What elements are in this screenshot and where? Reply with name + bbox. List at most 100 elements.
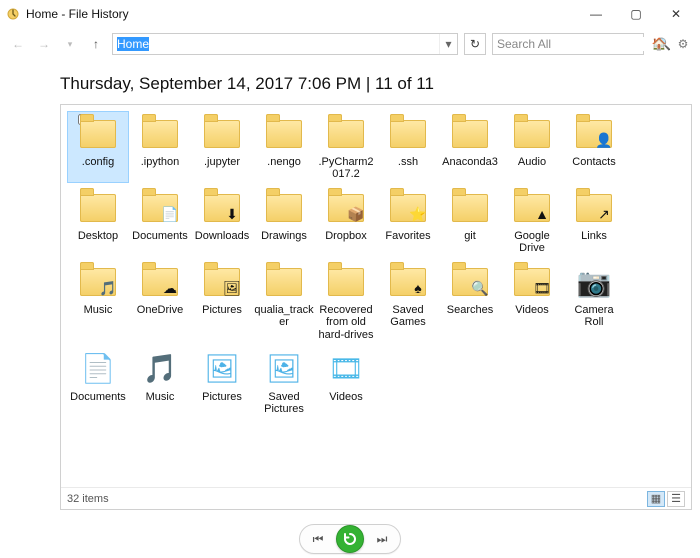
grid-item[interactable]: 📷Camera Roll bbox=[563, 259, 625, 343]
grid-item[interactable]: ▲ Google Drive bbox=[501, 185, 563, 257]
forward-button[interactable]: → bbox=[34, 34, 54, 54]
item-label: OneDrive bbox=[137, 304, 183, 316]
status-bar: 32 items ▦ ☰ bbox=[61, 487, 691, 509]
back-button[interactable]: ← bbox=[8, 34, 28, 54]
gdrive-overlay-icon: ▲ bbox=[532, 204, 552, 224]
folder-icon bbox=[384, 114, 432, 154]
item-label: Pictures bbox=[202, 304, 242, 316]
folder-icon: ☁ bbox=[136, 262, 184, 302]
library-icon: 📷 bbox=[570, 262, 618, 302]
item-label: .ssh bbox=[398, 156, 418, 168]
view-large-icons[interactable]: ▦ bbox=[647, 491, 665, 507]
folder-icon: 🎵 bbox=[74, 262, 122, 302]
item-label: Anaconda3 bbox=[442, 156, 498, 168]
grid-item[interactable]: 🎞Videos bbox=[501, 259, 563, 343]
search-input[interactable] bbox=[497, 37, 652, 51]
item-label: Saved Pictures bbox=[256, 391, 312, 415]
address-dropdown[interactable]: ▾ bbox=[439, 34, 457, 54]
minimize-button[interactable]: — bbox=[576, 0, 616, 28]
grid-item[interactable]: .nengo bbox=[253, 111, 315, 183]
recent-dropdown[interactable]: ▾ bbox=[60, 34, 80, 54]
snapshot-heading: Thursday, September 14, 2017 7:06 PM | 1… bbox=[60, 68, 692, 104]
grid-item[interactable]: 📄Documents bbox=[67, 346, 129, 418]
up-button[interactable]: ↑ bbox=[86, 34, 106, 54]
grid-item[interactable]: Audio bbox=[501, 111, 563, 183]
library-icon: 🎞 bbox=[322, 349, 370, 389]
item-label: qualia_tracker bbox=[254, 304, 314, 328]
grid-item[interactable]: .ssh bbox=[377, 111, 439, 183]
grid-item[interactable]: ⭐ Favorites bbox=[377, 185, 439, 257]
history-controls: ⏮ ⏭ bbox=[0, 520, 700, 558]
dropbox-overlay-icon: 📦 bbox=[346, 204, 366, 224]
item-label: .jupyter bbox=[204, 156, 240, 168]
maximize-button[interactable]: ▢ bbox=[616, 0, 656, 28]
download-overlay-icon: ⬇ bbox=[222, 204, 242, 224]
grid-item[interactable]: qualia_tracker bbox=[253, 259, 315, 343]
folder-icon bbox=[198, 114, 246, 154]
folder-icon: ⭐ bbox=[384, 188, 432, 228]
item-label: Dropbox bbox=[325, 230, 367, 242]
item-label: Documents bbox=[132, 230, 188, 242]
item-label: Pictures bbox=[202, 391, 242, 403]
grid-item[interactable]: 🖼 Pictures bbox=[191, 346, 253, 418]
grid-item[interactable]: 🎞Videos bbox=[315, 346, 377, 418]
grid-item[interactable]: 🎵Music bbox=[129, 346, 191, 418]
title-bar: Home - File History — ▢ ✕ bbox=[0, 0, 700, 28]
grid-item[interactable]: ↗Links bbox=[563, 185, 625, 257]
grid-item[interactable]: 👤Contacts bbox=[563, 111, 625, 183]
grid-item[interactable]: Desktop bbox=[67, 185, 129, 257]
library-icon: 🖼 bbox=[260, 349, 308, 389]
folder-icon: 📦 bbox=[322, 188, 370, 228]
folder-icon: ↗ bbox=[570, 188, 618, 228]
grid-item[interactable]: .jupyter bbox=[191, 111, 253, 183]
view-details[interactable]: ☰ bbox=[667, 491, 685, 507]
star-overlay-icon: ⭐ bbox=[408, 204, 428, 224]
contacts-overlay-icon: 👤 bbox=[594, 130, 614, 150]
music-overlay-icon: 🎵 bbox=[98, 278, 118, 298]
folder-icon: 📄 bbox=[136, 188, 184, 228]
grid-item[interactable]: git bbox=[439, 185, 501, 257]
grid-item[interactable]: 🖼Pictures bbox=[191, 259, 253, 343]
grid-item[interactable]: 📄 Documents bbox=[129, 185, 191, 257]
item-label: Downloads bbox=[195, 230, 249, 242]
link-overlay-icon: ↗ bbox=[594, 204, 614, 224]
close-button[interactable]: ✕ bbox=[656, 0, 696, 28]
grid-item[interactable]: Recovered from old hard-drives bbox=[315, 259, 377, 343]
library-icon: 📄 bbox=[74, 349, 122, 389]
grid-item[interactable]: 🖼Saved Pictures bbox=[253, 346, 315, 418]
main-area: Thursday, September 14, 2017 7:06 PM | 1… bbox=[0, 60, 700, 520]
library-icon: 🖼 bbox=[198, 349, 246, 389]
item-grid: .config.ipython .jupyter .nengo.PyCharm201… bbox=[61, 105, 691, 424]
grid-item[interactable]: .config bbox=[67, 111, 129, 183]
folder-icon bbox=[322, 262, 370, 302]
item-label: Favorites bbox=[385, 230, 430, 242]
home-icon[interactable]: 🏠 bbox=[650, 35, 668, 53]
folder-icon bbox=[74, 114, 122, 154]
cloud-overlay-icon: ☁ bbox=[160, 278, 180, 298]
grid-item[interactable]: Drawings bbox=[253, 185, 315, 257]
refresh-button[interactable]: ↻ bbox=[464, 33, 486, 55]
grid-item[interactable]: .ipython bbox=[129, 111, 191, 183]
item-label: Google Drive bbox=[504, 230, 560, 254]
item-label: Music bbox=[84, 304, 113, 316]
restore-button[interactable] bbox=[336, 525, 364, 553]
folder-icon: ▲ bbox=[508, 188, 556, 228]
grid-item[interactable]: ☁ OneDrive bbox=[129, 259, 191, 343]
folder-icon bbox=[322, 114, 370, 154]
settings-icon[interactable]: ⚙ bbox=[674, 35, 692, 53]
grid-item[interactable]: 🎵 Music bbox=[67, 259, 129, 343]
grid-item[interactable]: 📦 Dropbox bbox=[315, 185, 377, 257]
search-box[interactable]: 🔍 bbox=[492, 33, 644, 55]
grid-item[interactable]: ⬇ Downloads bbox=[191, 185, 253, 257]
item-count: 32 items bbox=[67, 493, 109, 505]
address-input[interactable] bbox=[113, 34, 439, 54]
file-pane: .config.ipython .jupyter .nengo.PyCharm201… bbox=[60, 104, 692, 510]
grid-item[interactable]: 🔍Searches bbox=[439, 259, 501, 343]
grid-item[interactable]: ♠Saved Games bbox=[377, 259, 439, 343]
folder-icon bbox=[508, 114, 556, 154]
next-version-button[interactable]: ⏭ bbox=[366, 525, 398, 553]
address-bar[interactable]: ▾ bbox=[112, 33, 458, 55]
previous-version-button[interactable]: ⏮ bbox=[302, 525, 334, 553]
grid-item[interactable]: .PyCharm2017.2 bbox=[315, 111, 377, 183]
grid-item[interactable]: Anaconda3 bbox=[439, 111, 501, 183]
